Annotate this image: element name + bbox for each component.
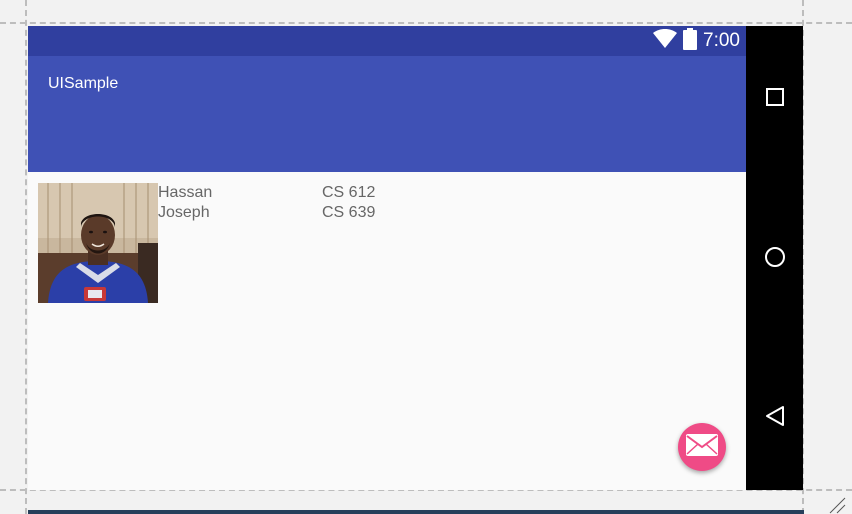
status-bar: 7:00: [28, 26, 746, 56]
recent-apps-button[interactable]: [760, 84, 789, 113]
app-bar: UISample: [28, 56, 746, 172]
first-name: Hassan: [158, 184, 213, 201]
mail-icon: [685, 433, 719, 461]
status-icons: 7:00: [653, 28, 740, 54]
top-guide-line: [0, 22, 852, 24]
resize-handle-icon[interactable]: [828, 496, 846, 514]
course-code-1: CS 612: [322, 184, 376, 201]
navigation-bar: [746, 26, 803, 490]
home-button[interactable]: [760, 244, 789, 273]
course-code-2: CS 639: [322, 204, 376, 221]
home-icon: [764, 246, 786, 272]
name-column: Hassan Joseph: [158, 183, 322, 303]
back-icon: [764, 405, 786, 431]
bottom-strip: [28, 510, 804, 514]
back-button[interactable]: [760, 403, 789, 432]
last-name: Joseph: [158, 204, 210, 221]
layout-editor-canvas: 7:00 UISample Hassan Joseph CS 612 CS 63…: [0, 0, 852, 514]
mail-fab-button[interactable]: [678, 423, 726, 471]
left-guide-line: [25, 0, 27, 514]
content-area: Hassan Joseph CS 612 CS 639: [28, 172, 746, 490]
course-column: CS 612 CS 639: [322, 183, 442, 303]
app-title: UISample: [48, 75, 119, 92]
battery-icon: [683, 28, 698, 54]
profile-photo: [38, 183, 158, 303]
wifi-icon: [653, 29, 678, 53]
status-time: 7:00: [703, 30, 740, 51]
recent-apps-icon: [765, 87, 785, 111]
device-screen: 7:00 UISample Hassan Joseph CS 612 CS 63…: [28, 26, 746, 490]
list-item[interactable]: Hassan Joseph CS 612 CS 639: [38, 183, 442, 303]
